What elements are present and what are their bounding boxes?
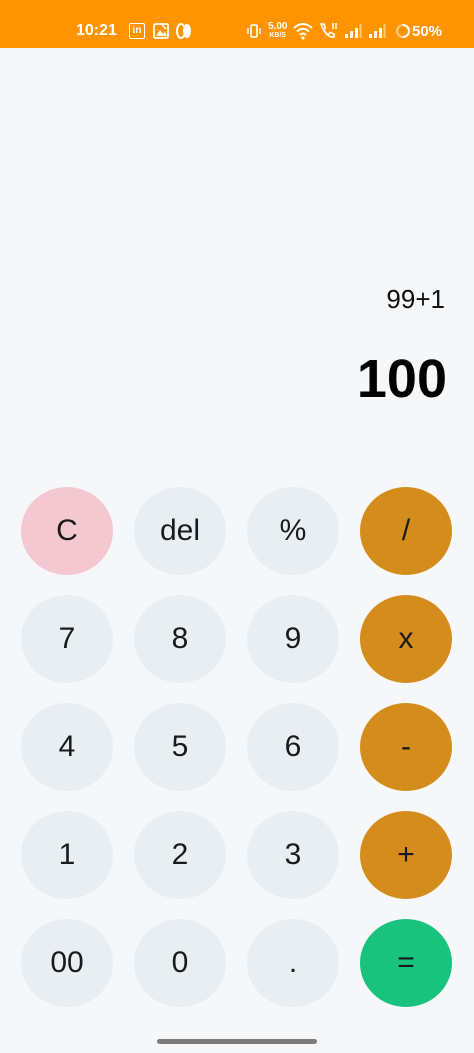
add-button[interactable]: + bbox=[360, 811, 452, 899]
divide-button[interactable]: / bbox=[360, 487, 452, 575]
digit-0-button[interactable]: 0 bbox=[134, 919, 226, 1007]
call-icon bbox=[318, 22, 338, 40]
equals-button[interactable]: = bbox=[360, 919, 452, 1007]
battery-percent: 50% bbox=[412, 23, 443, 40]
subtract-button[interactable]: - bbox=[360, 703, 452, 791]
digit-6-button[interactable]: 6 bbox=[247, 703, 339, 791]
linkedin-icon: in bbox=[129, 23, 145, 39]
digit-8-button[interactable]: 8 bbox=[134, 595, 226, 683]
digit-9-button[interactable]: 9 bbox=[247, 595, 339, 683]
signal-icon bbox=[368, 24, 386, 38]
digit-5-button[interactable]: 5 bbox=[134, 703, 226, 791]
battery-icon bbox=[395, 23, 411, 39]
network-speed: 5.00 KB/S bbox=[268, 22, 287, 40]
pill-icon bbox=[176, 23, 192, 39]
network-speed-unit: KB/S bbox=[269, 32, 287, 39]
digit-1-button[interactable]: 1 bbox=[21, 811, 113, 899]
wifi-icon bbox=[293, 22, 313, 40]
vibrate-icon bbox=[247, 23, 261, 39]
delete-button[interactable]: del bbox=[134, 487, 226, 575]
gallery-icon bbox=[153, 23, 169, 39]
digit-3-button[interactable]: 3 bbox=[247, 811, 339, 899]
home-indicator[interactable] bbox=[157, 1039, 317, 1044]
double-zero-button[interactable]: 00 bbox=[21, 919, 113, 1007]
digit-2-button[interactable]: 2 bbox=[134, 811, 226, 899]
multiply-button[interactable]: x bbox=[360, 595, 452, 683]
digit-4-button[interactable]: 4 bbox=[21, 703, 113, 791]
status-bar: 10:21 in 5.00 KB/S 50% bbox=[0, 0, 474, 48]
decimal-button[interactable]: . bbox=[247, 919, 339, 1007]
result-display: 100 bbox=[356, 349, 447, 409]
expression-display: 99+1 bbox=[386, 284, 445, 314]
percent-button[interactable]: % bbox=[247, 487, 339, 575]
clear-button[interactable]: C bbox=[21, 487, 113, 575]
status-time: 10:21 bbox=[76, 22, 117, 39]
signal-icon bbox=[344, 24, 362, 38]
digit-7-button[interactable]: 7 bbox=[21, 595, 113, 683]
